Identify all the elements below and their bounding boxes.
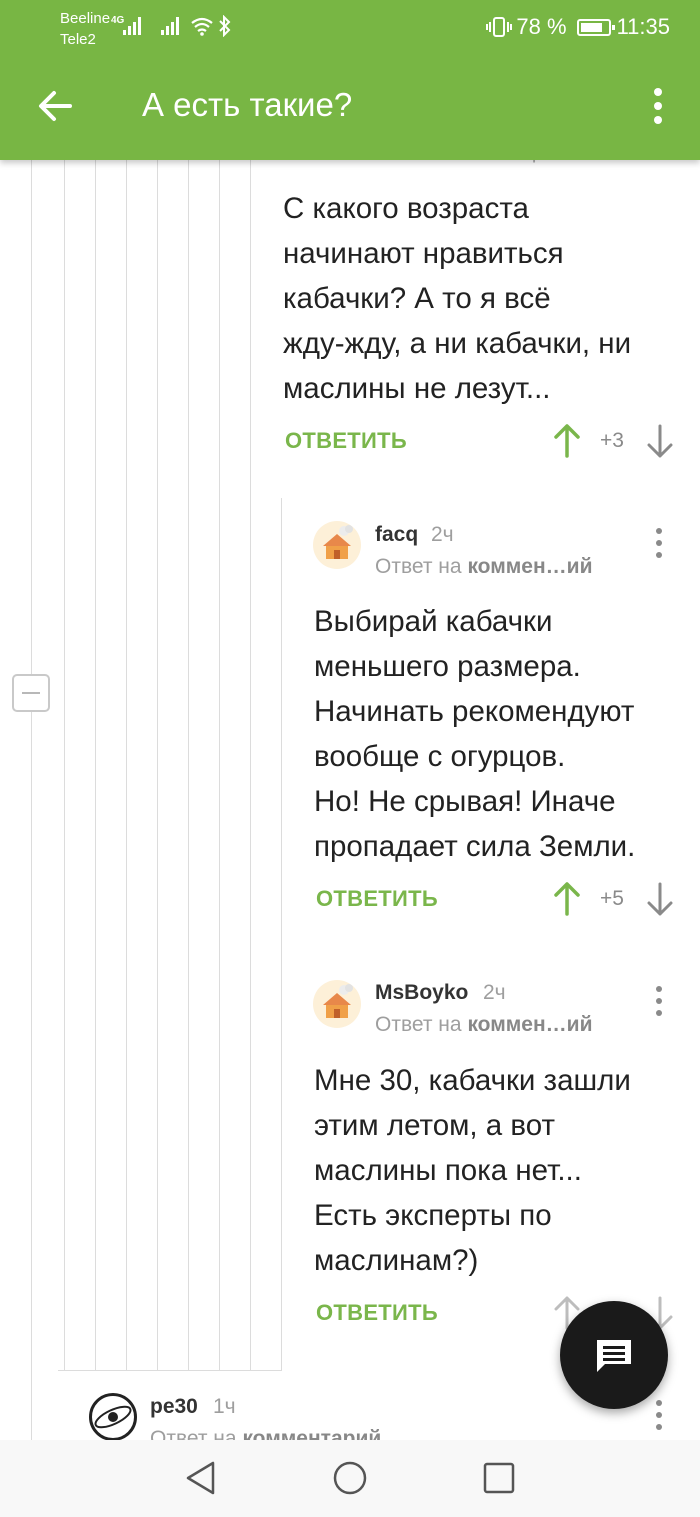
clock: 11:35: [616, 14, 670, 39]
nav-recents-icon[interactable]: [479, 1458, 519, 1498]
new-comment-button[interactable]: [560, 1301, 668, 1409]
comment-score: +3: [600, 429, 624, 452]
more-vert-icon[interactable]: [651, 1399, 667, 1431]
avatar[interactable]: [313, 521, 361, 569]
comment-replyto[interactable]: Ответ на коммен…ий: [375, 555, 592, 579]
arrow-down-icon[interactable]: [646, 424, 674, 458]
battery-percent: 78 %: [516, 14, 567, 39]
system-nav-bar: [0, 1440, 700, 1517]
reply-button[interactable]: ОТВЕТИТЬ: [285, 428, 407, 454]
avatar-house-icon: [323, 984, 353, 1018]
comment-1-text: С какого возраста начинают нравиться каб…: [283, 192, 632, 405]
carrier-2: Tele2: [60, 31, 96, 48]
page-title: А есть такие?: [142, 86, 353, 123]
nav-back-icon[interactable]: [182, 1458, 222, 1498]
collapse-thread-button[interactable]: [12, 674, 50, 712]
comment-3-text: Мне 30, кабачки зашли этим летом, а вот …: [314, 1064, 631, 1277]
comment-time: 1ч: [213, 1395, 236, 1418]
more-vert-icon[interactable]: [644, 86, 672, 126]
vibrate-icon: [486, 17, 513, 37]
arrow-up-icon[interactable]: [553, 882, 581, 916]
arrow-down-icon[interactable]: [646, 882, 674, 916]
reply-button[interactable]: ОТВЕТИТЬ: [316, 1300, 438, 1326]
reply-button[interactable]: ОТВЕТИТЬ: [316, 886, 438, 912]
avatar[interactable]: [89, 1393, 137, 1441]
comment-2-text: Выбирай кабачки меньшего размера. Начина…: [314, 605, 636, 863]
signal-icon: [161, 17, 179, 35]
comment-author[interactable]: facq: [375, 523, 418, 547]
more-vert-icon[interactable]: [651, 985, 667, 1017]
signal-icon: [123, 17, 141, 35]
nav-home-icon[interactable]: [330, 1458, 370, 1498]
comment-replyto[interactable]: Ответ на коммен…ий: [375, 1013, 592, 1037]
status-right: 78 % 11:35: [486, 14, 670, 40]
arrow-up-icon[interactable]: [553, 424, 581, 458]
back-arrow-icon[interactable]: [36, 86, 76, 126]
avatar-house-icon: [323, 525, 353, 559]
avatar[interactable]: [313, 980, 361, 1028]
wifi-icon: [191, 17, 213, 36]
battery-icon: [576, 18, 615, 36]
comment-time: 2ч: [431, 523, 454, 546]
chat-icon: [597, 1340, 631, 1372]
app-bar: Beeline Tele2 4G 78 % 11:35 А есть такие…: [0, 0, 700, 160]
carrier-1: Beeline: [60, 10, 111, 27]
more-vert-icon[interactable]: [651, 527, 667, 559]
bluetooth-icon: [219, 15, 231, 37]
comment-author[interactable]: pe30: [150, 1395, 198, 1419]
planet-express-logo: [94, 1405, 132, 1429]
comment-author[interactable]: MsBoyko: [375, 981, 468, 1005]
comment-score: +5: [600, 887, 624, 910]
comment-time: 2ч: [483, 981, 506, 1004]
